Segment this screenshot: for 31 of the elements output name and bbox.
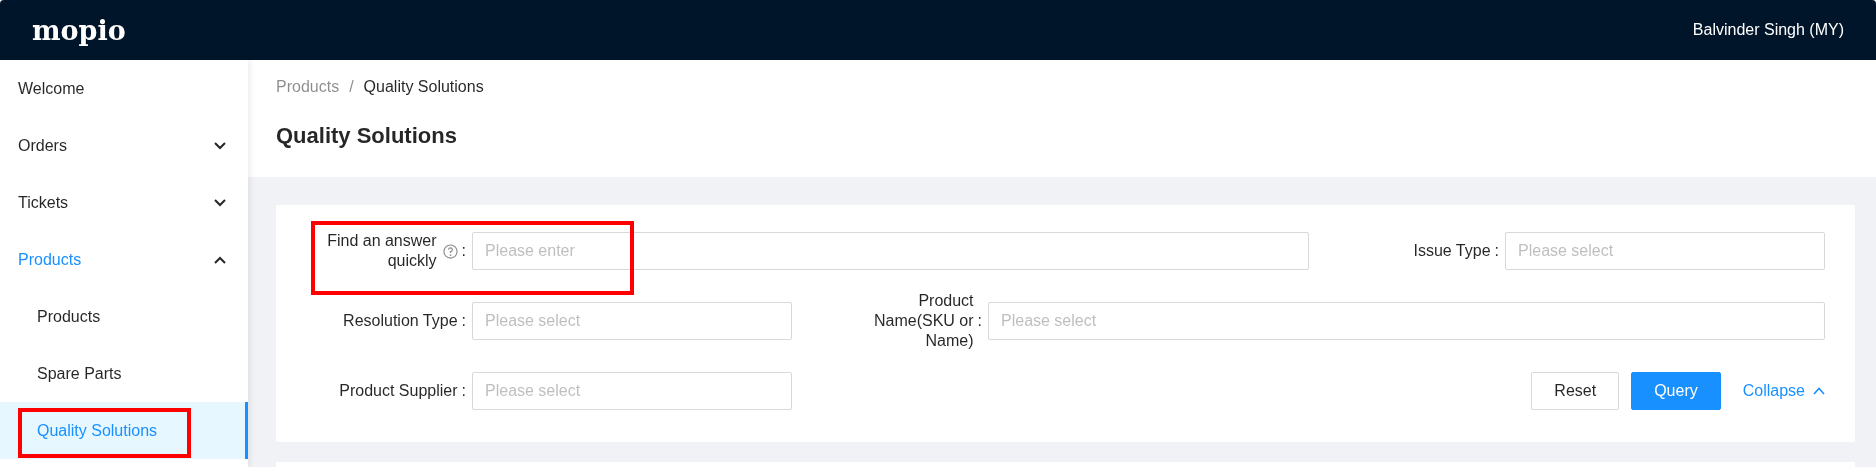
label-colon: : [977, 311, 982, 331]
field-label: Product Name(SKU or Name) [872, 291, 974, 351]
input-field[interactable]: Please select [1505, 232, 1825, 270]
user-name[interactable]: Balvinder Singh (MY) [1692, 21, 1844, 39]
sidebar-item[interactable]: Welcome [0, 60, 248, 117]
field-label: Product Supplier [339, 381, 458, 401]
input-field[interactable]: Please select [472, 302, 792, 340]
sidebar-subitem[interactable]: Products [0, 288, 248, 345]
label-colon: : [1494, 241, 1499, 261]
logo: mopio [32, 14, 126, 46]
chevron-up-icon [214, 255, 226, 264]
breadcrumb-separator: / [349, 78, 354, 96]
input-field[interactable]: Please select [472, 372, 792, 410]
chevron-up-icon [1813, 387, 1825, 395]
sidebar-item[interactable]: Orders [0, 117, 248, 174]
sidebar-subitem[interactable]: Spare Parts [0, 345, 248, 402]
reset-button[interactable]: Reset [1531, 372, 1620, 410]
breadcrumb-item: Quality Solutions [363, 78, 484, 96]
field-label: Resolution Type [343, 311, 458, 331]
field-label: Issue Type [1413, 241, 1491, 261]
input-field[interactable]: Please enter [472, 232, 1309, 270]
label-colon: : [461, 241, 466, 261]
label-colon: : [461, 311, 466, 331]
label-colon: : [461, 381, 466, 401]
sidebar-item[interactable]: Tickets [0, 174, 248, 231]
field-label: Find an answer quickly [326, 231, 437, 271]
chevron-down-icon [214, 198, 226, 207]
input-field[interactable]: Please select [988, 302, 1825, 340]
chevron-down-icon [214, 141, 226, 150]
help-icon[interactable] [442, 243, 458, 259]
page-title: Quality Solutions [276, 123, 458, 149]
